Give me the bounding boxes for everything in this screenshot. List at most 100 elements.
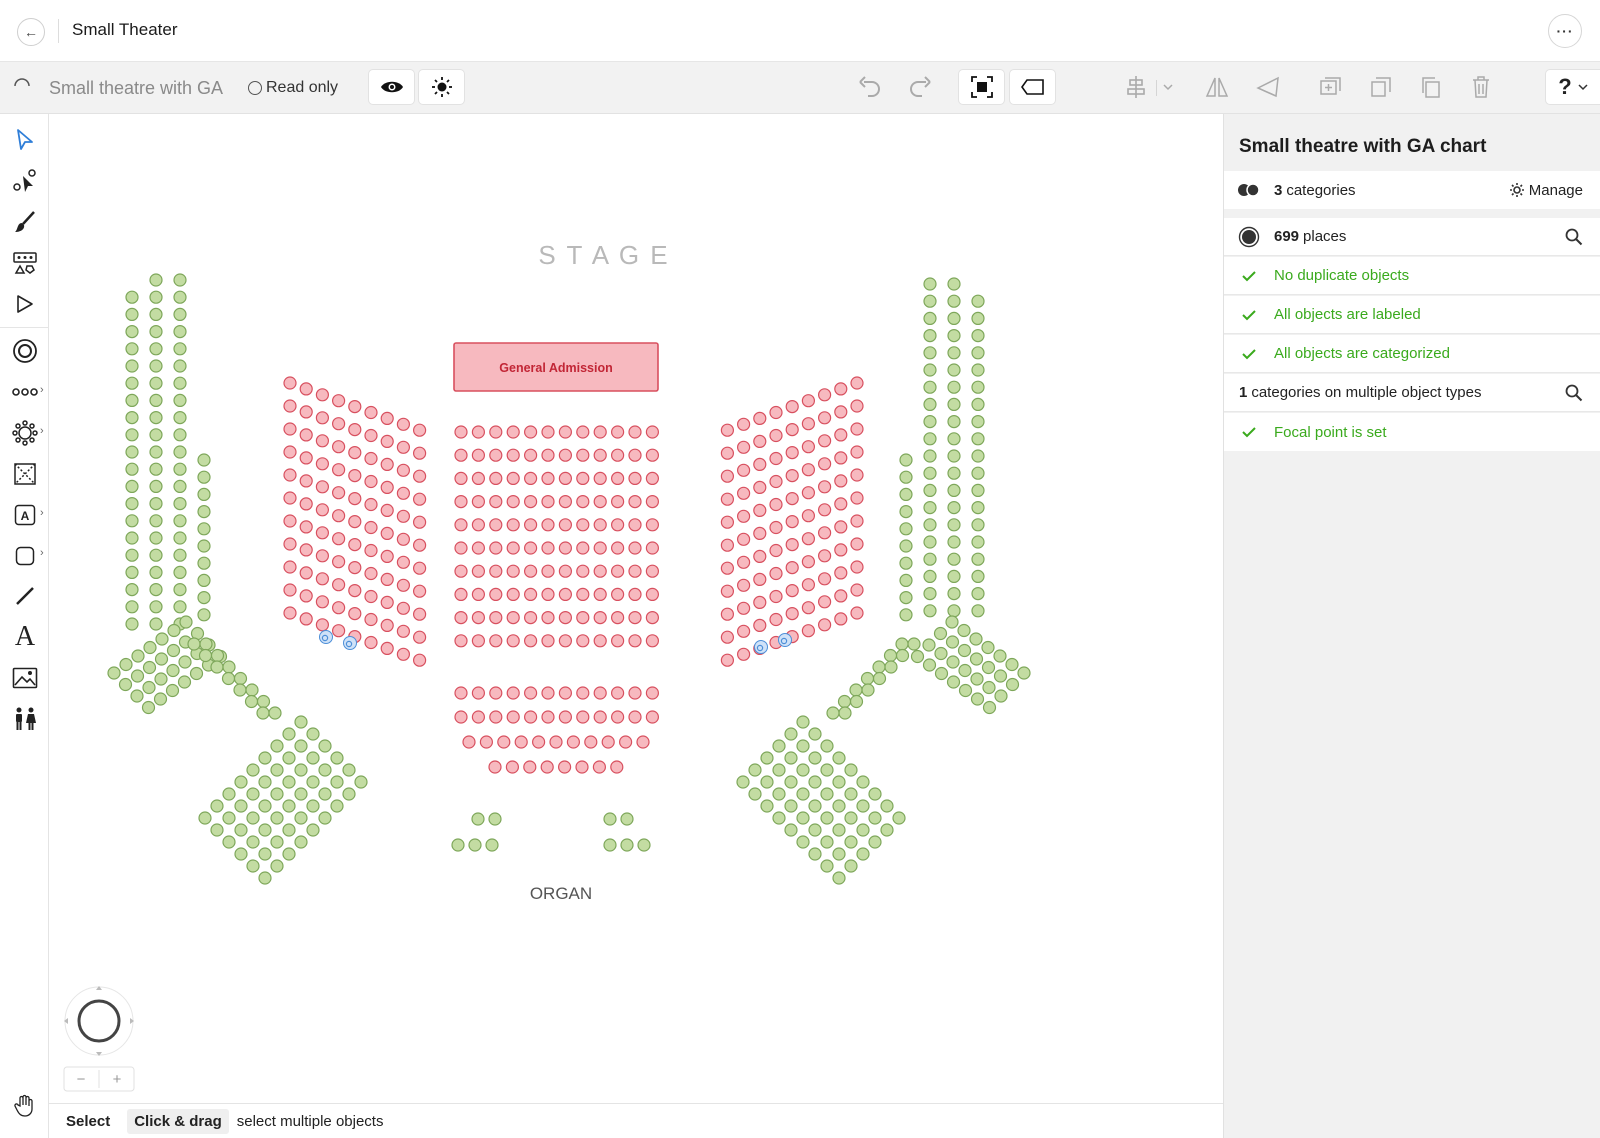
seat[interactable] — [982, 700, 997, 715]
seat[interactable] — [850, 491, 864, 505]
seat[interactable] — [332, 440, 346, 454]
seat[interactable] — [872, 671, 887, 686]
seat[interactable] — [342, 763, 356, 777]
seat[interactable] — [541, 564, 555, 578]
seat[interactable] — [471, 425, 485, 439]
seat[interactable] — [753, 411, 767, 425]
seat[interactable] — [856, 847, 870, 861]
seat[interactable] — [268, 706, 282, 720]
seat[interactable] — [506, 471, 520, 485]
seat[interactable] — [488, 812, 502, 826]
seat[interactable] — [981, 640, 995, 655]
seat[interactable] — [834, 474, 848, 488]
select-seats-tool[interactable] — [10, 166, 40, 196]
seat[interactable] — [489, 495, 503, 509]
seat[interactable] — [923, 397, 937, 411]
seat[interactable] — [971, 518, 985, 532]
seat[interactable] — [850, 376, 864, 390]
seat[interactable] — [506, 448, 520, 462]
seat[interactable] — [736, 486, 751, 500]
seat[interactable] — [895, 648, 910, 663]
seat[interactable] — [197, 487, 211, 501]
seat[interactable] — [244, 694, 259, 709]
seat[interactable] — [947, 466, 961, 480]
seat[interactable] — [330, 751, 344, 765]
seat[interactable] — [576, 471, 590, 485]
seat[interactable] — [720, 515, 735, 529]
seat[interactable] — [283, 583, 297, 597]
seat[interactable] — [769, 589, 783, 604]
seat[interactable] — [610, 425, 625, 439]
seat[interactable] — [462, 735, 476, 749]
seat[interactable] — [736, 775, 750, 789]
select-tool[interactable] — [10, 125, 40, 155]
seat[interactable] — [945, 635, 960, 649]
seat[interactable] — [173, 462, 187, 476]
seat[interactable] — [283, 468, 297, 482]
seat[interactable] — [610, 634, 625, 648]
seat[interactable] — [720, 446, 735, 460]
seat[interactable] — [315, 434, 329, 448]
seat[interactable] — [899, 487, 913, 501]
seat[interactable] — [396, 601, 410, 615]
seat[interactable] — [380, 618, 394, 632]
seat[interactable] — [506, 495, 520, 509]
seat[interactable] — [834, 428, 848, 442]
seat[interactable] — [753, 618, 767, 632]
seat[interactable] — [283, 376, 297, 390]
seat[interactable] — [922, 638, 936, 652]
help-button[interactable]: ? — [1545, 69, 1600, 105]
seat[interactable] — [125, 411, 139, 425]
seat[interactable] — [155, 632, 169, 646]
seat[interactable] — [784, 775, 798, 789]
seat[interactable] — [315, 457, 329, 471]
seat[interactable] — [130, 669, 145, 683]
seat[interactable] — [645, 564, 660, 578]
seat[interactable] — [454, 495, 468, 509]
seat[interactable] — [593, 611, 607, 625]
seat[interactable] — [306, 751, 320, 765]
seat[interactable] — [947, 363, 961, 377]
seat[interactable] — [576, 686, 590, 700]
seat[interactable] — [125, 307, 139, 321]
seat[interactable] — [860, 671, 875, 686]
seat[interactable] — [283, 606, 297, 620]
seat[interactable] — [760, 799, 774, 813]
seat[interactable] — [524, 710, 538, 724]
seat[interactable] — [149, 565, 163, 579]
seat[interactable] — [154, 672, 168, 686]
booth-tool[interactable] — [10, 459, 40, 489]
seat[interactable] — [524, 471, 538, 485]
align-button[interactable] — [1123, 74, 1149, 100]
seat[interactable] — [971, 397, 985, 411]
seat[interactable] — [348, 515, 362, 529]
more-options-button[interactable]: ··· — [1548, 14, 1582, 48]
seat[interactable] — [489, 686, 503, 700]
seat[interactable] — [784, 727, 798, 741]
seat[interactable] — [748, 763, 762, 777]
seat[interactable] — [923, 415, 937, 429]
seat[interactable] — [610, 448, 625, 462]
seat[interactable] — [270, 787, 284, 801]
seat[interactable] — [173, 497, 187, 511]
seat[interactable] — [557, 760, 572, 774]
seat[interactable] — [785, 515, 799, 529]
seat[interactable] — [142, 660, 157, 675]
seat[interactable] — [413, 561, 427, 575]
seat[interactable] — [628, 518, 642, 532]
seat[interactable] — [636, 735, 650, 749]
seat[interactable] — [149, 393, 163, 407]
seat[interactable] — [332, 417, 346, 431]
round-table-tool[interactable] — [10, 418, 40, 448]
seat[interactable] — [971, 587, 985, 601]
seat[interactable] — [506, 518, 520, 532]
seat[interactable] — [971, 294, 985, 308]
seat[interactable] — [234, 823, 248, 837]
seat[interactable] — [489, 587, 503, 601]
seat[interactable] — [332, 394, 346, 408]
seat[interactable] — [471, 564, 485, 578]
node-tool[interactable] — [10, 289, 40, 319]
seat[interactable] — [489, 541, 503, 555]
seat[interactable] — [364, 566, 378, 581]
seat[interactable] — [923, 346, 937, 360]
